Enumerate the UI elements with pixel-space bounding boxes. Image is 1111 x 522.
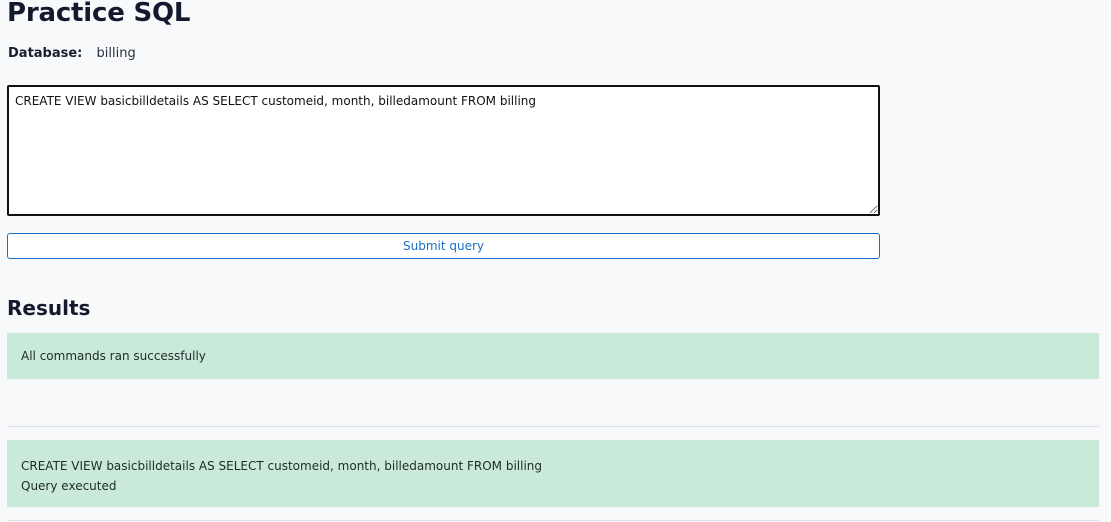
result-entry: CREATE VIEW basicbilldetails AS SELECT c… bbox=[7, 440, 1099, 507]
results-divider bbox=[7, 426, 1099, 427]
page-title: Practice SQL bbox=[7, 0, 191, 28]
sql-query-textarea[interactable] bbox=[7, 85, 880, 216]
submit-query-button[interactable]: Submit query bbox=[7, 233, 880, 259]
database-label: Database: bbox=[8, 46, 83, 61]
database-info: Database: billing bbox=[8, 46, 136, 61]
practice-sql-page: Practice SQL Database: billing Submit qu… bbox=[0, 0, 1111, 522]
results-divider bbox=[7, 520, 1099, 521]
database-value: billing bbox=[96, 46, 136, 61]
result-outcome: Query executed bbox=[21, 479, 117, 493]
status-message: All commands ran successfully bbox=[21, 349, 206, 363]
results-heading: Results bbox=[7, 296, 91, 320]
status-banner: All commands ran successfully bbox=[7, 333, 1099, 379]
result-statement: CREATE VIEW basicbilldetails AS SELECT c… bbox=[21, 459, 543, 473]
